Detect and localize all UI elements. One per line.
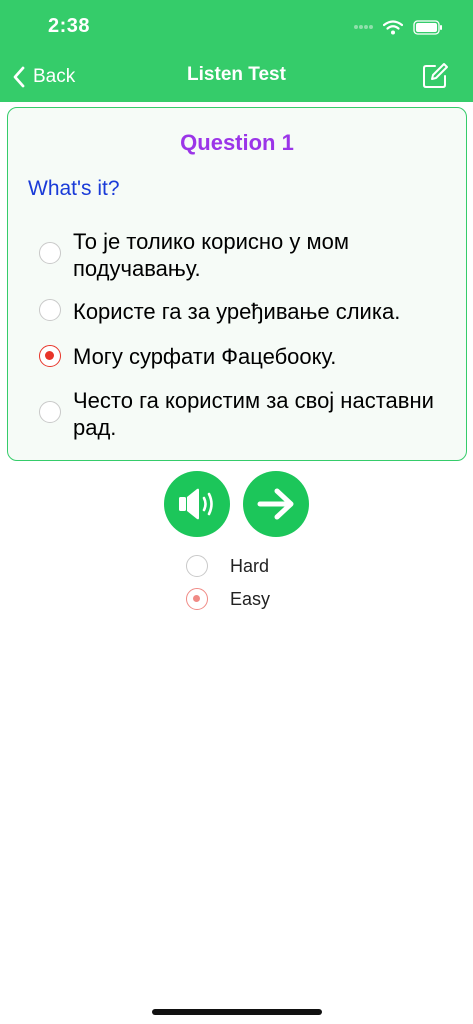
edit-icon bbox=[423, 63, 448, 88]
answer-text: То је толико корисно у мом подучавању. bbox=[73, 229, 349, 281]
status-icons bbox=[353, 14, 443, 40]
answer-text: Користе га за уређивање слика. bbox=[73, 299, 401, 324]
radio-button[interactable] bbox=[186, 555, 208, 577]
radio-button[interactable] bbox=[39, 299, 61, 321]
difficulty-label: Hard bbox=[230, 555, 270, 576]
answer-text: Често га користим за свој наставни рад. bbox=[73, 388, 434, 440]
signal-icon bbox=[354, 25, 373, 29]
navigation-header: 2:38 Back Listen Test bbox=[0, 0, 473, 102]
question-title: Question 1 bbox=[180, 130, 294, 155]
radio-button[interactable] bbox=[39, 242, 61, 264]
play-audio-button[interactable] bbox=[164, 471, 230, 537]
speaker-icon bbox=[179, 488, 213, 520]
arrow-right-icon bbox=[257, 488, 294, 520]
edit-button[interactable] bbox=[421, 62, 449, 90]
wifi-icon bbox=[383, 19, 403, 34]
battery-icon bbox=[413, 19, 442, 35]
question-prompt: What's it? bbox=[28, 177, 120, 200]
home-indicator bbox=[152, 1009, 322, 1015]
radio-button-selected[interactable] bbox=[186, 588, 208, 610]
difficulty-hard-option[interactable]: Hard bbox=[186, 554, 269, 578]
radio-button[interactable] bbox=[39, 401, 61, 423]
difficulty-easy-option[interactable]: Easy bbox=[186, 587, 270, 611]
status-time: 2:38 bbox=[48, 15, 91, 37]
next-button[interactable] bbox=[243, 471, 309, 537]
difficulty-label: Easy bbox=[230, 588, 271, 609]
question-card: Question 1 What's it? То је толико корис… bbox=[7, 107, 467, 461]
answer-text: Могу сурфати Фацебооку. bbox=[73, 344, 337, 369]
page-title: Listen Test bbox=[187, 64, 286, 85]
radio-button-selected[interactable] bbox=[39, 345, 61, 367]
